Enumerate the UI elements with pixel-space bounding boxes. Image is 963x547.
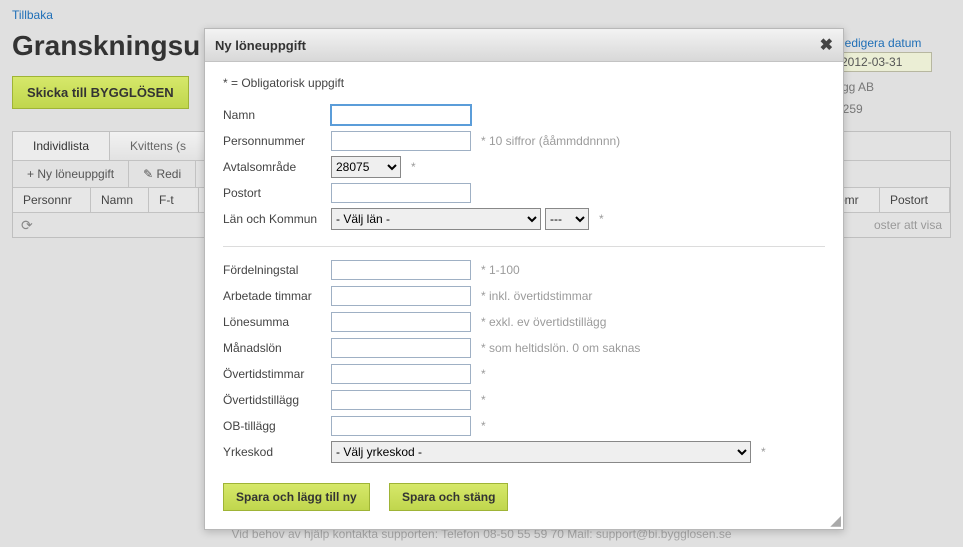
tab-individlista[interactable]: Individlista — [13, 132, 110, 160]
save-add-button[interactable]: Spara och lägg till ny — [223, 483, 370, 511]
manadslon-input[interactable] — [331, 338, 471, 358]
save-close-button[interactable]: Spara och stäng — [389, 483, 508, 511]
hint-arbetade: * inkl. övertidstimmar — [481, 289, 592, 303]
hint-yrkeskod: * — [761, 445, 766, 459]
modal-title: Ny löneuppgift — [215, 38, 306, 53]
label-yrkeskod: Yrkeskod — [223, 445, 331, 459]
back-link[interactable]: Tillbaka — [12, 8, 53, 22]
edit-date-link[interactable]: Redigera datum — [836, 36, 921, 50]
company-id: 3259 — [836, 102, 951, 116]
label-overtidstillagg: Övertidstillägg — [223, 393, 331, 407]
label-namn: Namn — [223, 108, 331, 122]
refresh-icon[interactable]: ⟳ — [21, 217, 33, 234]
namn-input[interactable] — [331, 105, 471, 125]
personnummer-input[interactable] — [331, 131, 471, 151]
action-new[interactable]: + Ny löneuppgift — [13, 161, 129, 187]
action-edit[interactable]: ✎ Redi — [129, 161, 196, 187]
col-postort[interactable]: Postort — [880, 188, 950, 212]
modal-actions: Spara och lägg till ny Spara och stäng — [223, 483, 825, 511]
hint-manadslon: * som heltidslön. 0 om saknas — [481, 341, 640, 355]
label-manadslon: Månadslön — [223, 341, 331, 355]
col-personnr[interactable]: Personnr — [13, 188, 91, 212]
postort-input[interactable] — [331, 183, 471, 203]
kommun-select[interactable]: --- — [545, 208, 589, 230]
submit-button[interactable]: Skicka till BYGGLÖSEN — [12, 76, 189, 109]
col-ft[interactable]: F-t — [149, 188, 199, 212]
label-avtalsomrade: Avtalsområde — [223, 160, 331, 174]
label-lan: Län och Kommun — [223, 212, 331, 226]
label-arbetade: Arbetade timmar — [223, 289, 331, 303]
company-name: ygg AB — [836, 80, 951, 94]
hint-avtalsomrade: * — [411, 160, 416, 174]
avtalsomrade-select[interactable]: 28075 — [331, 156, 401, 178]
divider — [223, 246, 825, 247]
label-postort: Postort — [223, 186, 331, 200]
overtidstimmar-input[interactable] — [331, 364, 471, 384]
arbetade-input[interactable] — [331, 286, 471, 306]
modal-header: Ny löneuppgift ✖ — [205, 29, 843, 62]
yrkeskod-select[interactable]: - Välj yrkeskod - — [331, 441, 751, 463]
label-lonesumma: Lönesumma — [223, 315, 331, 329]
tab-kvittens[interactable]: Kvittens (s — [110, 132, 207, 160]
label-fordelningstal: Fördelningstal — [223, 263, 331, 277]
overtidstillagg-input[interactable] — [331, 390, 471, 410]
col-namn[interactable]: Namn — [91, 188, 149, 212]
hint-overtidstimmar: * — [481, 367, 486, 381]
mandatory-note: * = Obligatorisk uppgift — [223, 76, 825, 90]
label-obtillagg: OB-tillägg — [223, 419, 331, 433]
close-icon[interactable]: ✖ — [820, 35, 833, 55]
date-box: Redigera datum 2012-03-31 ygg AB 3259 — [836, 36, 951, 116]
hint-fordelningstal: * 1-100 — [481, 263, 520, 277]
resize-handle-icon[interactable]: ◢ — [827, 513, 841, 527]
label-personnummer: Personnummer — [223, 134, 331, 148]
hint-overtidstillagg: * — [481, 393, 486, 407]
date-value: 2012-03-31 — [836, 52, 932, 72]
obtillagg-input[interactable] — [331, 416, 471, 436]
modal-new-loneuppgift: Ny löneuppgift ✖ * = Obligatorisk uppgif… — [204, 28, 844, 530]
hint-personnummer: * 10 siffror (ååmmddnnnn) — [481, 134, 620, 148]
lan-select[interactable]: - Välj län - — [331, 208, 541, 230]
hint-lan: * — [599, 212, 604, 226]
hint-lonesumma: * exkl. ev övertidstillägg — [481, 315, 606, 329]
hint-obtillagg: * — [481, 419, 486, 433]
lonesumma-input[interactable] — [331, 312, 471, 332]
fordelningstal-input[interactable] — [331, 260, 471, 280]
no-posts-text: oster att visa — [874, 218, 942, 232]
label-overtidstimmar: Övertidstimmar — [223, 367, 331, 381]
